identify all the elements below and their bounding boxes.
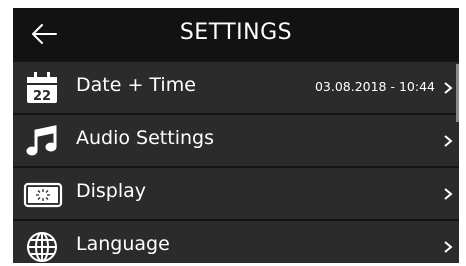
globe-icon (27, 232, 57, 262)
chevron-right-icon (444, 82, 453, 94)
menu-item-language[interactable]: Language (13, 219, 459, 263)
music-note-icon (26, 125, 57, 156)
page-title: SETTINGS (179, 20, 293, 45)
date-time-value: 03.08.2018 - 10:44 (314, 79, 435, 94)
calendar-day-text: 22 (33, 89, 51, 104)
menu-item-label: Audio Settings (76, 127, 214, 149)
chevron-right-icon (444, 241, 453, 253)
chevron-right-icon (444, 188, 453, 200)
display-icon (23, 182, 63, 208)
scrollbar[interactable] (456, 64, 459, 122)
chevron-right-icon (444, 135, 453, 147)
calendar-icon: 22 (27, 72, 57, 104)
menu-item-date-time[interactable]: 22 Date + Time 03.08.2018 - 10:44 (13, 60, 459, 114)
menu-item-label: Date + Time (76, 74, 196, 96)
menu-item-label: Display (76, 180, 147, 202)
header-bar: SETTINGS (13, 8, 459, 60)
settings-screen: SETTINGS 22 Date + Time 03.08.2018 - 10:… (13, 8, 459, 263)
menu-item-label: Language (76, 233, 170, 255)
menu-item-audio-settings[interactable]: Audio Settings (13, 113, 459, 167)
menu-item-display[interactable]: Display (13, 166, 459, 220)
